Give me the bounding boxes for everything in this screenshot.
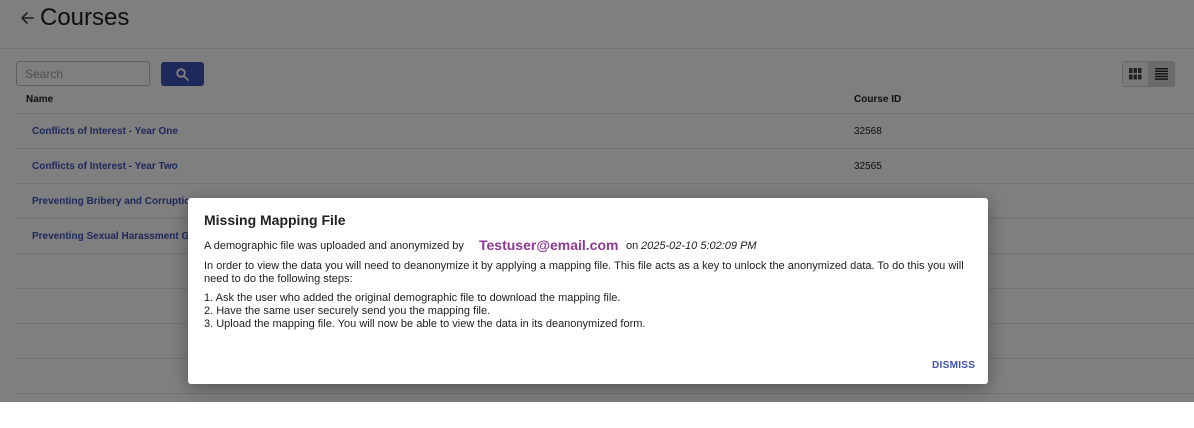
dialog-title: Missing Mapping File: [204, 212, 346, 228]
missing-mapping-file-dialog: Missing Mapping File A demographic file …: [188, 198, 988, 384]
steps-list: 1. Ask the user who added the original d…: [204, 292, 646, 331]
dismiss-button[interactable]: DISMISS: [932, 360, 975, 371]
upload-info-text: A demographic file was uploaded and anon…: [204, 240, 464, 252]
step-item: 2. Have the same user securely send you …: [204, 305, 491, 317]
step-item: 3. Upload the mapping file. You will now…: [204, 318, 646, 330]
uploader-email: Testuser@email.com: [479, 237, 619, 253]
on-text: on: [626, 240, 639, 252]
upload-timestamp: 2025-02-10 5:02:09 PM: [641, 240, 757, 252]
step-item: 1. Ask the user who added the original d…: [204, 292, 621, 304]
instructions-paragraph: In order to view the data you will need …: [204, 260, 964, 285]
